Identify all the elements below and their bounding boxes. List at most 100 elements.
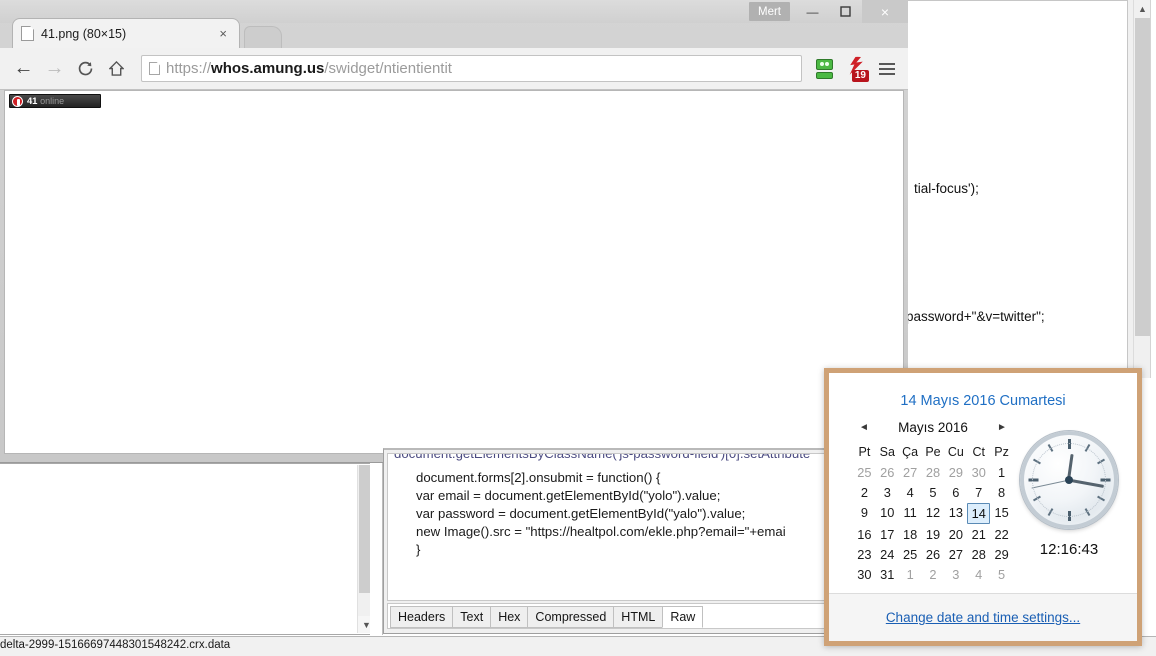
calendar-day[interactable]: 29	[990, 545, 1013, 564]
tab-hex[interactable]: Hex	[490, 606, 529, 628]
calendar-day[interactable]: 13	[944, 503, 967, 524]
robot-extension-icon[interactable]	[812, 56, 837, 82]
calendar-day[interactable]: 2	[922, 565, 945, 584]
calendar-day[interactable]: 3	[944, 565, 967, 584]
calendar-day[interactable]: 28	[922, 463, 945, 482]
flyout-body: ◄ Mayıs 2016 ► Pt Sa Ça Pe Cu Ct Pz 25 26 27 28 29 3…	[829, 415, 1137, 593]
background-window-edge	[1150, 0, 1156, 378]
flyout-inner: 14 Mayıs 2016 Cumartesi ◄ Mayıs 2016 ► P…	[829, 373, 1137, 641]
calendar-day[interactable]: 2	[853, 483, 876, 502]
home-icon	[109, 61, 124, 76]
address-bar[interactable]: https://whos.amung.us/swidget/ntientient…	[141, 55, 802, 82]
calendar-day-selected[interactable]: 14	[967, 503, 991, 524]
tab-headers[interactable]: Headers	[390, 606, 454, 628]
chevron-up-icon[interactable]: ▲	[1134, 0, 1151, 17]
calendar-day-header: Pt	[858, 445, 871, 459]
close-icon[interactable]: ×	[215, 26, 231, 41]
calendar-day[interactable]: 16	[853, 525, 876, 544]
code-line: document.forms[2].onsubmit = function() …	[416, 470, 661, 485]
calendar-day[interactable]: 30	[967, 463, 990, 482]
wau-logo-icon	[12, 95, 23, 107]
calendar-day-header: Sa	[879, 445, 895, 459]
calendar-day[interactable]: 20	[944, 525, 967, 544]
maximize-icon	[840, 6, 851, 17]
calendar-day[interactable]: 3	[876, 483, 899, 502]
calendar-day[interactable]: 25	[899, 545, 922, 564]
clock-tick	[1068, 439, 1071, 449]
date-time-flyout: 14 Mayıs 2016 Cumartesi ◄ Mayıs 2016 ► P…	[824, 368, 1142, 646]
calendar-day[interactable]: 30	[853, 565, 876, 584]
calendar-day[interactable]: 31	[876, 565, 899, 584]
back-button[interactable]: ←	[8, 54, 39, 84]
forward-button[interactable]: →	[39, 54, 70, 84]
red-bolt-extension-icon[interactable]: 19	[843, 56, 869, 82]
calendar-day[interactable]: 8	[990, 483, 1013, 502]
calendar-day[interactable]: 21	[967, 525, 990, 544]
code-line: var password = document.getElementById("…	[416, 506, 746, 521]
home-button[interactable]	[101, 54, 132, 84]
url-scheme: https://	[166, 60, 212, 77]
calendar-day[interactable]: 6	[944, 483, 967, 502]
reload-icon	[78, 61, 93, 76]
calendar-day[interactable]: 27	[899, 463, 922, 482]
clock-tick	[1084, 443, 1091, 452]
calendar-day[interactable]: 10	[876, 503, 899, 524]
calendar-day-header: Pz	[994, 445, 1009, 459]
calendar-day[interactable]: 7	[967, 483, 990, 502]
calendar-day-header: Ça	[902, 445, 919, 459]
prev-month-button[interactable]: ◄	[857, 422, 871, 433]
page-icon	[149, 62, 160, 75]
page-icon	[21, 26, 34, 41]
panel-divider	[370, 463, 383, 635]
http-inspector-panel: document.getElementsByClassName('js-pass…	[383, 448, 831, 634]
calendar-day[interactable]: 4	[899, 483, 922, 502]
calendar-day[interactable]: 18	[899, 525, 922, 544]
new-tab-button[interactable]	[244, 26, 282, 48]
calendar-day[interactable]: 23	[853, 545, 876, 564]
chrome-browser-window: Mert — × 41.png (80×15) × ← → https://wh…	[0, 0, 908, 463]
calendar-day[interactable]: 26	[922, 545, 945, 564]
change-date-time-settings-link[interactable]: Change date and time settings...	[886, 610, 1080, 625]
calendar-month-label[interactable]: Mayıs 2016	[898, 420, 968, 435]
clock-minute-hand	[1068, 478, 1104, 488]
calendar-day[interactable]: 11	[899, 503, 922, 524]
clock-tick	[1032, 495, 1041, 502]
tab-html[interactable]: HTML	[613, 606, 664, 628]
calendar-day[interactable]: 12	[922, 503, 945, 524]
calendar-day[interactable]: 27	[944, 545, 967, 564]
browser-tab[interactable]: 41.png (80×15) ×	[12, 18, 240, 48]
analog-clock	[1020, 431, 1118, 529]
calendar-day[interactable]: 4	[967, 565, 990, 584]
clock-hub	[1065, 476, 1073, 484]
background-window-scrollbar[interactable]: ▲	[1133, 0, 1151, 370]
response-body-view[interactable]: document.getElementsByClassName('js-pass…	[387, 453, 827, 601]
calendar-day[interactable]: 5	[922, 483, 945, 502]
calendar-day[interactable]: 1	[990, 463, 1013, 482]
calendar-day[interactable]: 17	[876, 525, 899, 544]
reload-button[interactable]	[70, 54, 101, 84]
calendar-day[interactable]: 5	[990, 565, 1013, 584]
calendar-day[interactable]: 25	[853, 463, 876, 482]
scrollbar-thumb[interactable]	[1135, 18, 1150, 336]
flyout-footer: Change date and time settings...	[829, 593, 1137, 641]
clock-tick	[1097, 495, 1106, 502]
next-month-button[interactable]: ►	[995, 422, 1009, 433]
hamburger-menu-icon[interactable]	[874, 56, 900, 82]
download-item[interactable]: delta-2999-15166697448301548242.crx.data	[0, 639, 230, 651]
calendar-day[interactable]: 24	[876, 545, 899, 564]
calendar-day[interactable]: 22	[990, 525, 1013, 544]
digital-time-label: 12:16:43	[1039, 541, 1099, 558]
tab-compressed[interactable]: Compressed	[527, 606, 615, 628]
whos-amung-us-widget[interactable]: 41 online	[9, 94, 101, 108]
calendar-day[interactable]: 9	[853, 503, 876, 524]
clock-tick	[1084, 508, 1091, 517]
calendar-day[interactable]: 26	[876, 463, 899, 482]
tab-text[interactable]: Text	[452, 606, 492, 628]
clock-tick	[1047, 508, 1054, 517]
tab-raw[interactable]: Raw	[662, 606, 704, 628]
calendar-day[interactable]: 15	[990, 503, 1013, 524]
calendar-day[interactable]: 29	[944, 463, 967, 482]
calendar-day[interactable]: 1	[899, 565, 922, 584]
calendar-day[interactable]: 28	[967, 545, 990, 564]
calendar-day[interactable]: 19	[922, 525, 945, 544]
